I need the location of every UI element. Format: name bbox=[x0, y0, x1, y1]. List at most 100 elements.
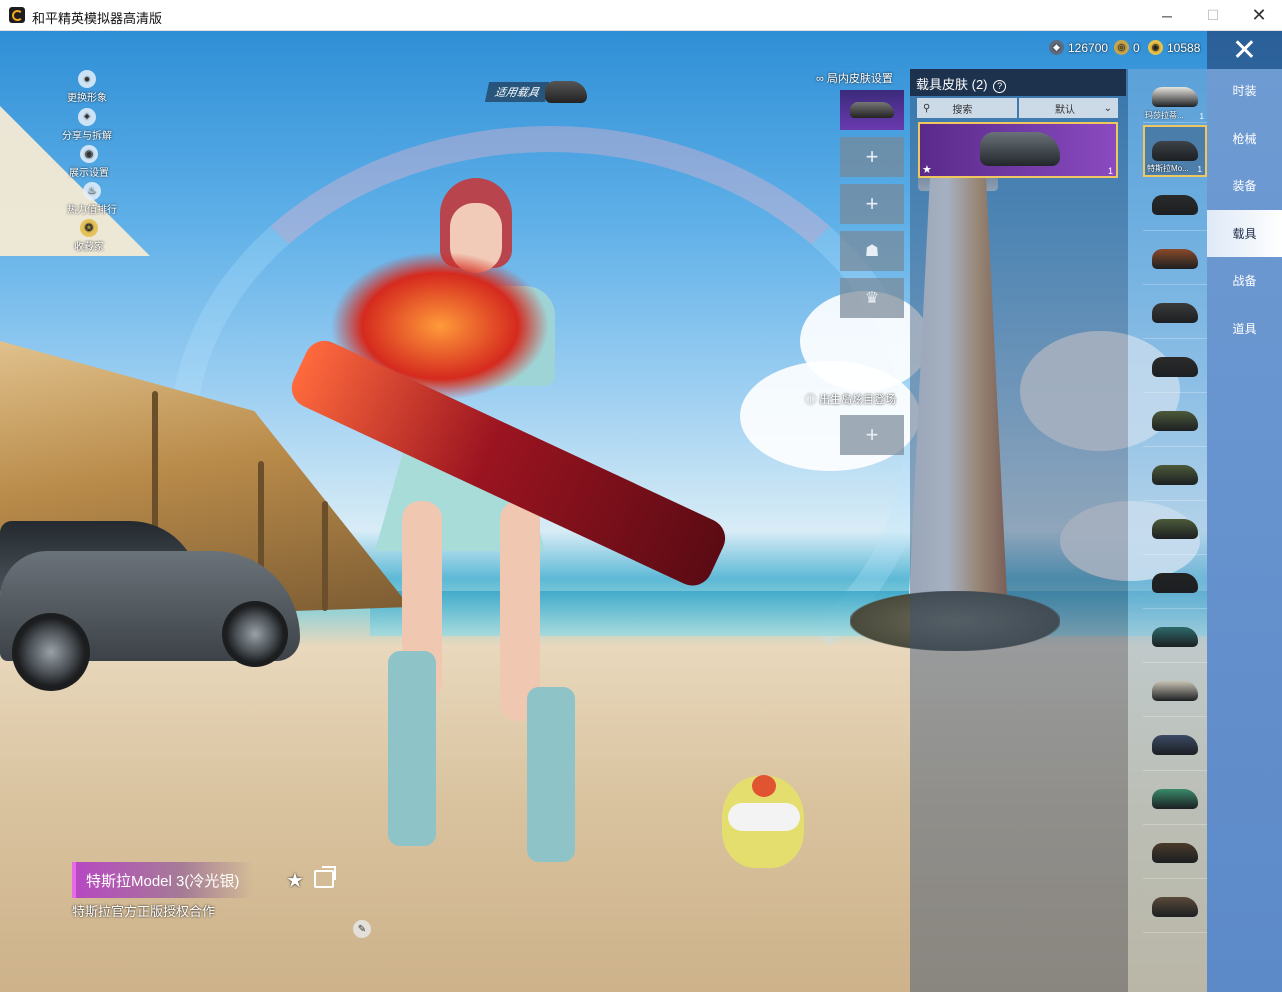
slot-add-1[interactable]: + bbox=[840, 137, 904, 177]
vehicle-list-item[interactable] bbox=[1143, 179, 1207, 231]
vehicle-thumbnail bbox=[1152, 896, 1198, 917]
tesla-car-model bbox=[0, 521, 305, 691]
skin-card-car-image bbox=[980, 132, 1060, 166]
minimize-button[interactable]: ─ bbox=[1144, 0, 1190, 31]
left-menu-label: 展示设置 bbox=[69, 168, 109, 179]
currency-value: 10588 bbox=[1167, 40, 1201, 55]
skin-card-tesla[interactable]: ★ 1 bbox=[918, 122, 1118, 178]
vehicle-thumbnail bbox=[1152, 518, 1198, 539]
vehicle-thumbnail bbox=[1152, 410, 1198, 431]
maximize-button[interactable]: ☐ bbox=[1190, 0, 1236, 31]
tab-weapons[interactable]: 枪械 bbox=[1207, 115, 1282, 162]
favorite-star-button[interactable]: ★ bbox=[286, 868, 304, 893]
vehicle-thumbnail bbox=[1152, 788, 1198, 809]
vehicle-list-item[interactable] bbox=[1143, 341, 1207, 393]
vehicle-list-item[interactable] bbox=[1143, 611, 1207, 663]
app-logo-icon bbox=[9, 7, 25, 23]
chick-cap bbox=[752, 775, 776, 797]
vehicle-thumbnail bbox=[1152, 356, 1198, 377]
eye-icon: ◉ bbox=[80, 145, 98, 163]
slot-current-vehicle[interactable] bbox=[840, 90, 904, 130]
skin-panel bbox=[910, 69, 1128, 992]
car-wheel bbox=[12, 613, 90, 691]
slot-locked-helmet[interactable]: ☗ bbox=[840, 231, 904, 271]
helmet-icon: ☗ bbox=[864, 243, 880, 260]
slot-add-2[interactable]: + bbox=[840, 184, 904, 224]
left-menu-change-avatar[interactable]: ● 更换形象 bbox=[67, 70, 107, 104]
left-menu-label: 分享与拆解 bbox=[62, 131, 112, 142]
vehicle-thumbnail bbox=[1152, 626, 1198, 647]
currency-ticket: ◎ 0 bbox=[1114, 40, 1140, 55]
flame-icon: ♨ bbox=[83, 182, 101, 200]
palm-tree bbox=[152, 391, 158, 531]
skin-card-count: 1 bbox=[1107, 166, 1113, 176]
window-close-button[interactable]: ✕ bbox=[1236, 0, 1282, 31]
vehicle-thumbnail bbox=[1152, 86, 1198, 107]
favorite-star-icon: ★ bbox=[922, 164, 932, 176]
item-name-badge: 特斯拉Model 3(冷光银) bbox=[72, 862, 254, 898]
gold-ticket-icon: ◎ bbox=[1114, 40, 1129, 55]
vehicle-list-item[interactable] bbox=[1143, 665, 1207, 717]
tab-items[interactable]: 道具 bbox=[1207, 305, 1282, 352]
vehicle-list-item[interactable] bbox=[1143, 773, 1207, 825]
vehicle-thumbnail bbox=[1152, 248, 1198, 269]
left-menu-share[interactable]: ✦ 分享与拆解 bbox=[62, 108, 112, 142]
vehicle-list-item[interactable] bbox=[1143, 233, 1207, 285]
left-menu-collector[interactable]: ✪ 收藏家 bbox=[74, 219, 104, 253]
palm-tree bbox=[322, 501, 328, 611]
left-menu-label: 收藏家 bbox=[74, 242, 104, 253]
currency-gold: ◉ 10588 bbox=[1148, 40, 1200, 55]
gold-coin-icon: ◉ bbox=[1148, 40, 1163, 55]
window-title: 和平精英模拟器高清版 bbox=[32, 11, 163, 26]
vehicle-thumbnail bbox=[1152, 734, 1198, 755]
avatar-icon: ● bbox=[78, 70, 96, 88]
item-description: 特斯拉官方正版授权合作 bbox=[72, 904, 216, 919]
birth-island-title: ⓘ 出生岛炫目登场 bbox=[805, 394, 897, 406]
vehicle-thumbnail bbox=[1152, 842, 1198, 863]
vehicle-label: 特斯拉Mo... bbox=[1147, 164, 1189, 173]
search-icon: ⚲ bbox=[923, 102, 931, 114]
vehicle-list-item[interactable] bbox=[1143, 287, 1207, 339]
vehicle-list-item[interactable] bbox=[1143, 719, 1207, 771]
share-button[interactable] bbox=[314, 870, 334, 888]
slot-locked-crown[interactable]: ♛ bbox=[840, 278, 904, 318]
vehicle-list-item[interactable] bbox=[1143, 503, 1207, 555]
tab-supplies[interactable]: 战备 bbox=[1207, 257, 1282, 304]
skin-search-input[interactable]: ⚲ 搜索 bbox=[917, 98, 1017, 118]
vehicle-thumbnail bbox=[1152, 680, 1198, 701]
left-menu-label: 热力值排行 bbox=[67, 205, 117, 216]
chevron-down-icon: ⌄ bbox=[1103, 102, 1112, 114]
vehicle-thumbnail bbox=[1152, 141, 1198, 161]
window-titlebar: 和平精英模拟器高清版 ─ ☐ ✕ bbox=[0, 0, 1282, 31]
vehicle-thumbnail bbox=[1152, 464, 1198, 485]
vehicle-list-item[interactable] bbox=[1143, 881, 1207, 933]
currency-value: 0 bbox=[1133, 40, 1140, 55]
left-menu-heat-rank[interactable]: ♨ 热力值排行 bbox=[67, 182, 117, 216]
help-icon[interactable]: ? bbox=[993, 80, 1007, 93]
question-icon: ⓘ bbox=[805, 394, 820, 406]
applicable-vehicle-car-icon bbox=[545, 81, 587, 103]
vehicle-count: 1 bbox=[1199, 112, 1204, 121]
close-icon[interactable]: ✕ bbox=[1207, 31, 1282, 69]
vehicle-list-item[interactable] bbox=[1143, 557, 1207, 609]
slot-birth-add[interactable]: + bbox=[840, 415, 904, 455]
left-menu-label: 更换形象 bbox=[67, 93, 107, 104]
vehicle-list-item[interactable] bbox=[1143, 449, 1207, 501]
vehicle-list-item[interactable]: 特斯拉Mo... 1 bbox=[1143, 125, 1207, 177]
in-game-skin-settings-title: ∞ 局内皮肤设置 bbox=[816, 73, 893, 85]
sort-dropdown[interactable]: 默认 ⌄ bbox=[1019, 98, 1118, 118]
vehicle-thumbnail bbox=[1152, 302, 1198, 323]
vehicle-label: 玛莎拉蒂... bbox=[1145, 111, 1184, 120]
vehicle-list-item[interactable]: 玛莎拉蒂... 1 bbox=[1143, 71, 1207, 123]
tab-equipment[interactable]: 装备 bbox=[1207, 162, 1282, 209]
vehicle-list-item[interactable] bbox=[1143, 395, 1207, 447]
vehicle-count: 1 bbox=[1197, 165, 1202, 174]
vehicle-thumbnail bbox=[1152, 572, 1198, 593]
tab-vehicles[interactable]: 载具 bbox=[1207, 210, 1282, 257]
currency-value: 126700 bbox=[1068, 40, 1109, 55]
character-boot bbox=[527, 687, 575, 862]
tab-fashion[interactable]: 时装 bbox=[1207, 67, 1282, 114]
left-menu-display-settings[interactable]: ◉ 展示设置 bbox=[69, 145, 109, 179]
wrench-icon[interactable]: ✎ bbox=[353, 920, 371, 938]
vehicle-list-item[interactable] bbox=[1143, 827, 1207, 879]
